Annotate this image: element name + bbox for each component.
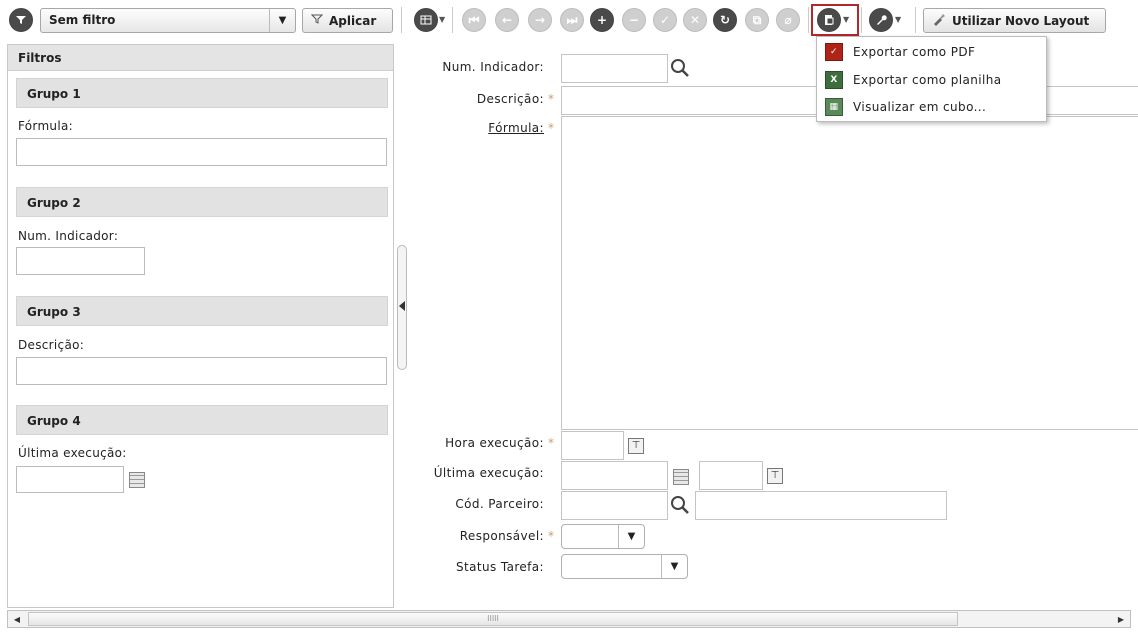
apply-label: Aplicar [329, 13, 377, 28]
scrollbar-thumb[interactable]: IIIII [28, 612, 958, 626]
export-icon[interactable] [817, 8, 841, 32]
group-2-header[interactable]: Grupo 2 [16, 187, 388, 217]
menu-item-label: Visualizar em cubo... [853, 99, 987, 114]
menu-item-export-spreadsheet[interactable]: X Exportar como planilha [817, 66, 1046, 93]
responsavel-select[interactable]: ▼ [561, 524, 645, 549]
num-indicador-label: Num. Indicador: [442, 60, 544, 74]
filter-descricao-label: Descrição: [18, 338, 85, 352]
export-menu: ✓ Exportar como PDF X Exportar como plan… [816, 36, 1047, 122]
menu-item-export-pdf[interactable]: ✓ Exportar como PDF [817, 38, 1046, 65]
status-tarefa-select[interactable]: ▼ [561, 554, 688, 579]
scroll-left-icon[interactable]: ◀ [8, 611, 26, 627]
menu-item-label: Exportar como PDF [853, 44, 976, 59]
chevron-down-icon[interactable]: ▼ [661, 555, 687, 578]
calendar-icon[interactable] [129, 472, 145, 488]
menu-item-label: Exportar como planilha [853, 72, 1002, 87]
clock-icon[interactable]: ⊤ [767, 468, 783, 484]
next-record-icon: → [528, 8, 552, 32]
horizontal-scrollbar[interactable]: ◀ IIIII ▶ [7, 610, 1131, 628]
required-mark: * [548, 121, 554, 135]
new-layout-button[interactable]: Utilizar Novo Layout [923, 8, 1106, 33]
cod-parceiro-input[interactable] [561, 491, 668, 520]
filters-panel: Filtros Grupo 1 Fórmula: Grupo 2 Num. In… [7, 44, 394, 608]
group-4-header[interactable]: Grupo 4 [16, 405, 388, 435]
search-icon[interactable] [670, 58, 690, 78]
cod-parceiro-label: Cód. Parceiro: [455, 497, 544, 511]
group-1-header[interactable]: Grupo 1 [16, 78, 388, 108]
funnel-icon [310, 13, 324, 28]
grip-icon: IIIII [487, 614, 499, 623]
spreadsheet-icon: X [825, 70, 843, 89]
last-record-icon: ⏭ [560, 8, 584, 32]
chevron-down-icon[interactable]: ▼ [843, 15, 849, 24]
wrench-icon[interactable] [869, 8, 893, 32]
filter-select[interactable]: Sem filtro ▼ [40, 8, 296, 33]
formula-textarea[interactable] [561, 116, 1138, 430]
descricao-label: Descrição: [476, 92, 544, 106]
grid-view-icon[interactable] [414, 8, 438, 32]
menu-item-view-cube[interactable]: ▦ Visualizar em cubo... [817, 93, 1046, 120]
attach-icon: ⌀ [776, 8, 800, 32]
formula-label[interactable]: Fórmula: [420, 121, 544, 135]
hora-execucao-label: Hora execução: [445, 436, 544, 450]
panel-splitter[interactable] [397, 245, 407, 370]
filter-ultima-execucao-input[interactable] [16, 466, 124, 493]
search-icon[interactable] [670, 495, 690, 515]
filter-ultima-execucao-label: Última execução: [18, 446, 127, 460]
add-icon[interactable]: + [590, 8, 614, 32]
pdf-icon: ✓ [825, 42, 843, 61]
chevron-down-icon[interactable]: ▼ [895, 15, 901, 24]
filter-formula-label: Fórmula: [18, 119, 73, 133]
filter-funnel-icon[interactable] [9, 8, 33, 32]
ultima-execucao-date-input[interactable] [561, 461, 668, 490]
previous-record-icon: ← [495, 8, 519, 32]
clock-icon[interactable]: ⊤ [628, 438, 644, 454]
collapse-arrow-icon[interactable] [399, 301, 405, 311]
scroll-right-icon[interactable]: ▶ [1112, 611, 1130, 627]
filter-select-value: Sem filtro [49, 13, 116, 27]
filters-title: Filtros [8, 45, 393, 71]
cancel-icon: ✕ [683, 8, 707, 32]
chevron-down-icon[interactable]: ▼ [439, 15, 445, 24]
num-indicador-input[interactable] [561, 54, 668, 83]
responsavel-label: Responsável: [459, 529, 544, 543]
required-mark: * [548, 529, 554, 543]
refresh-icon[interactable]: ↻ [713, 8, 737, 32]
new-layout-label: Utilizar Novo Layout [952, 13, 1090, 28]
filter-num-indicador-label: Num. Indicador: [18, 229, 119, 243]
first-record-icon: ⏮ [462, 8, 486, 32]
filter-num-indicador-input[interactable] [16, 247, 145, 275]
group-3-header[interactable]: Grupo 3 [16, 296, 388, 326]
status-tarefa-label: Status Tarefa: [455, 560, 544, 574]
cube-icon: ▦ [825, 97, 843, 116]
required-mark: * [548, 436, 554, 450]
calendar-icon[interactable] [673, 469, 689, 485]
chevron-down-icon[interactable]: ▼ [618, 525, 644, 548]
remove-icon: − [622, 8, 646, 32]
filter-formula-input[interactable] [16, 138, 387, 166]
parceiro-name-input[interactable] [695, 491, 947, 520]
chevron-down-icon[interactable]: ▼ [269, 9, 295, 32]
ultima-execucao-time-input[interactable] [699, 461, 763, 490]
hora-execucao-input[interactable] [561, 431, 624, 460]
brush-icon [932, 12, 946, 29]
required-mark: * [548, 92, 554, 106]
copy-icon: ⧉ [745, 8, 769, 32]
ultima-execucao-label: Última execução: [433, 466, 544, 480]
filter-descricao-input[interactable] [16, 357, 387, 385]
apply-filter-button[interactable]: Aplicar [302, 8, 393, 33]
confirm-icon: ✓ [653, 8, 677, 32]
